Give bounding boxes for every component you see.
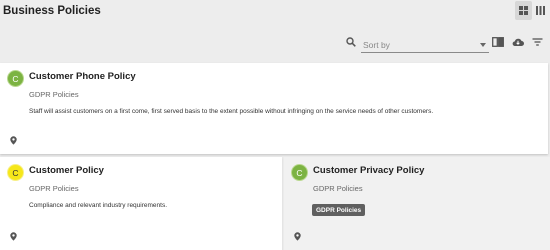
category-chip[interactable]: GDPR Policies (312, 204, 366, 216)
policy-card[interactable]: C Customer Privacy Policy GDPR Policies … (284, 157, 550, 250)
search-icon[interactable] (346, 37, 356, 47)
grid-view-icon (519, 6, 528, 15)
card-category: GDPR Policies (29, 184, 79, 193)
page-header: Business Policies (0, 0, 550, 24)
card-category: GDPR Policies (313, 184, 363, 193)
card-description: Staff will assist customers on a first c… (29, 108, 434, 115)
list-view-icon (536, 6, 545, 15)
card-description: Compliance and relevant industry require… (29, 202, 168, 209)
avatar: C (291, 164, 308, 181)
card-title[interactable]: Customer Policy (29, 165, 104, 176)
policy-card[interactable]: C Customer Policy GDPR Policies Complian… (0, 157, 282, 250)
cloud-download-icon[interactable] (512, 37, 524, 47)
card-category: GDPR Policies (29, 90, 79, 99)
location-pin-icon[interactable] (10, 136, 17, 145)
grid-view-button[interactable] (515, 1, 532, 20)
sort-placeholder: Sort by (363, 40, 390, 50)
chevron-down-icon (480, 43, 486, 47)
page-title: Business Policies (3, 5, 101, 17)
sort-by-select[interactable]: Sort by (361, 38, 489, 53)
avatar: C (7, 70, 24, 87)
policy-card[interactable]: C Customer Phone Policy GDPR Policies St… (0, 63, 548, 154)
location-pin-icon[interactable] (10, 232, 17, 241)
list-view-button[interactable] (532, 1, 549, 20)
filter-icon[interactable] (532, 37, 543, 47)
toolbar: Sort by (0, 32, 550, 56)
location-pin-icon[interactable] (294, 232, 301, 241)
book-icon[interactable] (492, 37, 504, 47)
avatar: C (7, 164, 24, 181)
card-title[interactable]: Customer Privacy Policy (313, 165, 424, 176)
card-title[interactable]: Customer Phone Policy (29, 71, 136, 82)
